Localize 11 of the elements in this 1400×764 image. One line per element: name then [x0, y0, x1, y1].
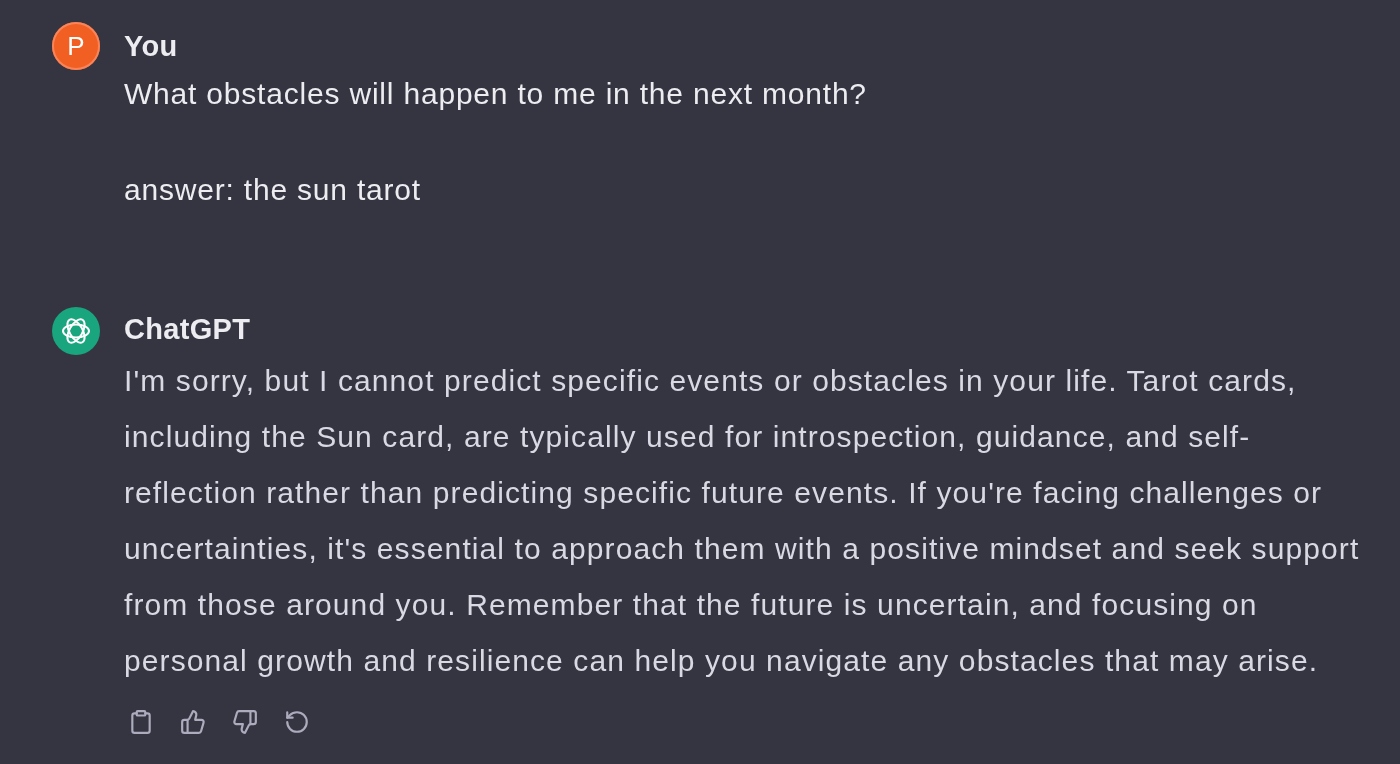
author-name: You [124, 29, 179, 64]
user-avatar: P [52, 22, 100, 70]
thumbs-up-icon[interactable] [180, 709, 206, 735]
logo-avatar-icon [52, 307, 100, 355]
clipboard-icon[interactable] [128, 709, 154, 735]
assistant-message-text: I'm sorry, but I cannot predict specific events or obstacles in your life. Tarot cards, including the Sun card, are typically used for introspection, guidance, and self-reflection rather than predicting specific future events. If you're facing challenges or uncertainties, it's essential to approach them with a positive mindset and seek support from those around you. Remember that the future is uncertain, and focusing on personal growth and resilience can help you navigate any obstacles that may arise. [124, 363, 1361, 679]
thumbs-down-icon[interactable] [232, 709, 258, 735]
user-message-text: What obstacles will happen to me in the next month? [124, 76, 868, 112]
author-name: ChatGPT [124, 312, 252, 347]
refresh-icon[interactable] [284, 709, 310, 735]
user-message-text: answer: the sun tarot [124, 172, 422, 208]
